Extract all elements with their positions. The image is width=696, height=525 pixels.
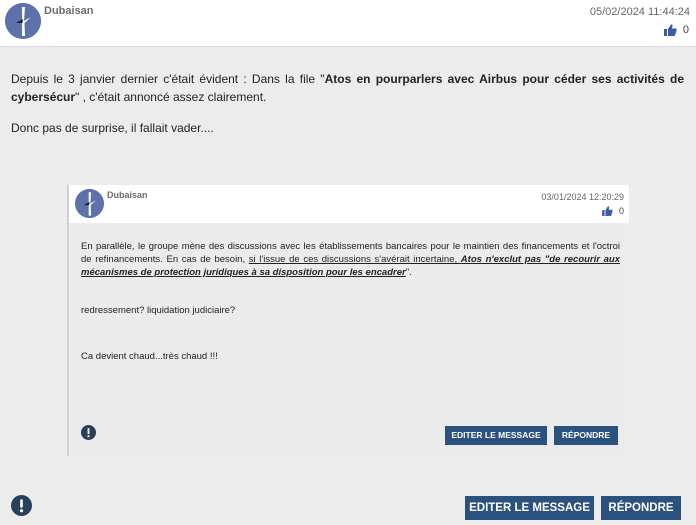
avatar[interactable]	[75, 189, 104, 218]
quote-timestamp: 03/01/2024 12:20:29	[541, 192, 624, 202]
username[interactable]: Dubaisan	[107, 190, 148, 200]
avatar[interactable]	[5, 3, 41, 39]
quoted-message: Dubaisan 03/01/2024 12:20:29 0 En parall…	[67, 185, 629, 456]
exclamation-circle-icon[interactable]	[11, 495, 32, 516]
quote-header: Dubaisan 03/01/2024 12:20:29 0	[69, 185, 629, 223]
post-text: Depuis le 3 janvier dernier c'était évid…	[11, 72, 325, 86]
like-count: 0	[618, 206, 624, 216]
avatar-bird-icon	[75, 189, 104, 218]
post-body: Depuis le 3 janvier dernier c'était évid…	[11, 70, 684, 137]
post-paragraph: Donc pas de surprise, il fallait vader..…	[11, 121, 214, 135]
reply-button[interactable]: RÉPONDRE	[601, 496, 681, 520]
thumbs-up-icon[interactable]	[663, 24, 677, 36]
post-header: Dubaisan 05/02/2024 11:44:24 0	[0, 0, 696, 47]
like-counter[interactable]: 0	[663, 24, 689, 36]
like-count: 0	[682, 24, 689, 36]
exclamation-circle-icon[interactable]	[81, 425, 96, 440]
thumbs-up-icon[interactable]	[602, 206, 613, 216]
post-text: " , c'était annoncé assez clairement.	[75, 90, 267, 104]
reply-button[interactable]: RÉPONDRE	[554, 426, 618, 445]
username[interactable]: Dubaisan	[44, 5, 94, 17]
quote-text: ".	[405, 267, 412, 278]
quote-underlined-text: si l'issue de ces discussions s'avérait …	[248, 254, 461, 265]
edit-message-button[interactable]: EDITER LE MESSAGE	[445, 426, 547, 445]
avatar-bird-icon	[5, 3, 41, 39]
quote-paragraph: redressement? liquidation judiciaire?	[81, 305, 236, 316]
quote-paragraph: En parallèle, le groupe mène des discuss…	[81, 240, 620, 279]
post-paragraph: Depuis le 3 janvier dernier c'était évid…	[11, 70, 684, 106]
like-counter[interactable]: 0	[602, 206, 624, 216]
quote-body: En parallèle, le groupe mène des discuss…	[81, 240, 620, 363]
post-timestamp: 05/02/2024 11:44:24	[589, 6, 690, 18]
quote-paragraph: Ca devient chaud...très chaud !!!	[81, 351, 218, 362]
edit-message-button[interactable]: EDITER LE MESSAGE	[465, 496, 594, 520]
